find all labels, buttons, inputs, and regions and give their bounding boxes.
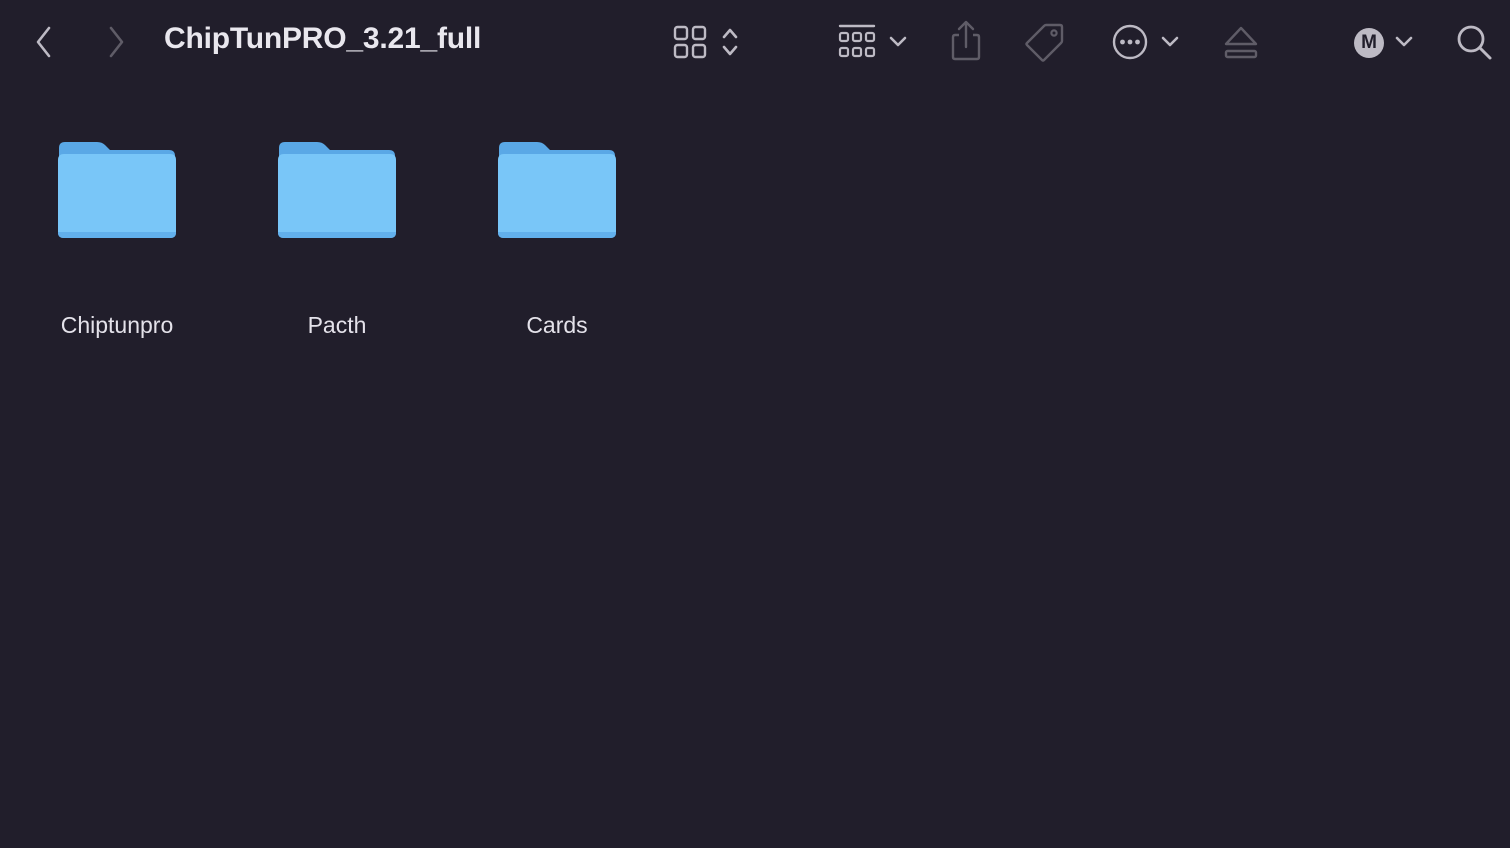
window-title: ChipTunPRO_3.21_full (164, 22, 482, 55)
eject-button[interactable] (1220, 20, 1262, 64)
folder-item[interactable]: Cards (467, 132, 647, 338)
folder-icon (278, 142, 396, 238)
finder-window: ChipTunPRO_3.21_full M Chiptunpro Pacth … (0, 0, 1510, 848)
group-by-button[interactable] (832, 20, 912, 64)
search-button[interactable] (1452, 20, 1496, 64)
folder-item[interactable]: Chiptunpro (27, 132, 207, 338)
file-icon-grid: Chiptunpro Pacth Cards (0, 84, 1510, 848)
folder-label: Pacth (307, 312, 367, 338)
folder-label: Cards (526, 312, 588, 338)
folder-icon (58, 142, 176, 238)
chevron-right-icon (109, 26, 124, 58)
eject-icon (1224, 26, 1258, 59)
icon-grid-icon (673, 25, 707, 59)
tag-icon (1025, 23, 1064, 62)
magnifying-glass-icon (1457, 25, 1492, 60)
chevron-down-icon (889, 36, 907, 47)
account-letter: M (1361, 32, 1377, 53)
share-icon (951, 20, 981, 61)
chevron-down-icon (1395, 36, 1413, 47)
chevron-down-icon (1161, 36, 1179, 47)
group-by-icon (838, 24, 876, 58)
ellipsis-circle-icon (1112, 24, 1148, 60)
up-down-chevron-icon (722, 28, 738, 56)
folder-label: Chiptunpro (60, 312, 174, 338)
tag-button[interactable] (1022, 20, 1068, 64)
folder-item[interactable]: Pacth (247, 132, 427, 338)
more-actions-button[interactable] (1108, 20, 1184, 64)
forward-button[interactable] (98, 22, 134, 62)
m-badge-icon: M (1354, 28, 1384, 58)
chevron-left-icon (36, 26, 51, 58)
folder-icon (498, 142, 616, 238)
share-button[interactable] (946, 18, 986, 64)
view-mode-button[interactable] (668, 20, 748, 64)
toolbar: ChipTunPRO_3.21_full M (0, 0, 1510, 84)
account-menu-button[interactable]: M (1348, 20, 1418, 64)
back-button[interactable] (26, 22, 62, 62)
